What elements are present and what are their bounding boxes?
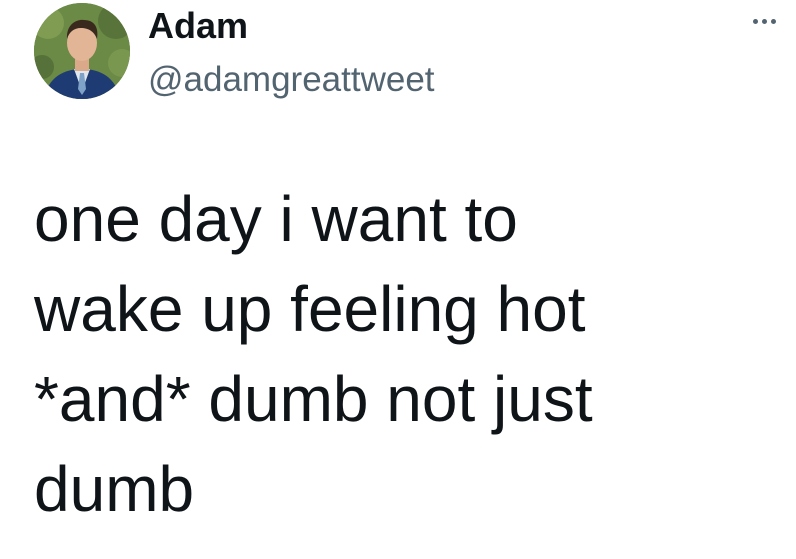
tweet-text-line: wake up feeling hot: [34, 273, 586, 345]
author-handle[interactable]: @adamgreattweet: [148, 58, 435, 102]
tweet-text: one day i want to wake up feeling hot *a…: [34, 174, 774, 534]
avatar[interactable]: [34, 3, 130, 99]
profile-photo-icon: [34, 3, 130, 99]
tweet-text-line: one day i want to: [34, 183, 518, 255]
tweet-text-line: *and* dumb not just: [34, 363, 593, 435]
tweet-card: Adam @adamgreattweet one day i want to w…: [0, 0, 796, 559]
tweet-text-line: dumb: [34, 453, 195, 525]
more-options-icon-dot: [770, 18, 776, 24]
more-options-button[interactable]: [744, 6, 784, 36]
author-display-name[interactable]: Adam: [148, 4, 248, 48]
more-options-icon-dot: [761, 18, 767, 24]
more-options-icon: [752, 18, 758, 24]
